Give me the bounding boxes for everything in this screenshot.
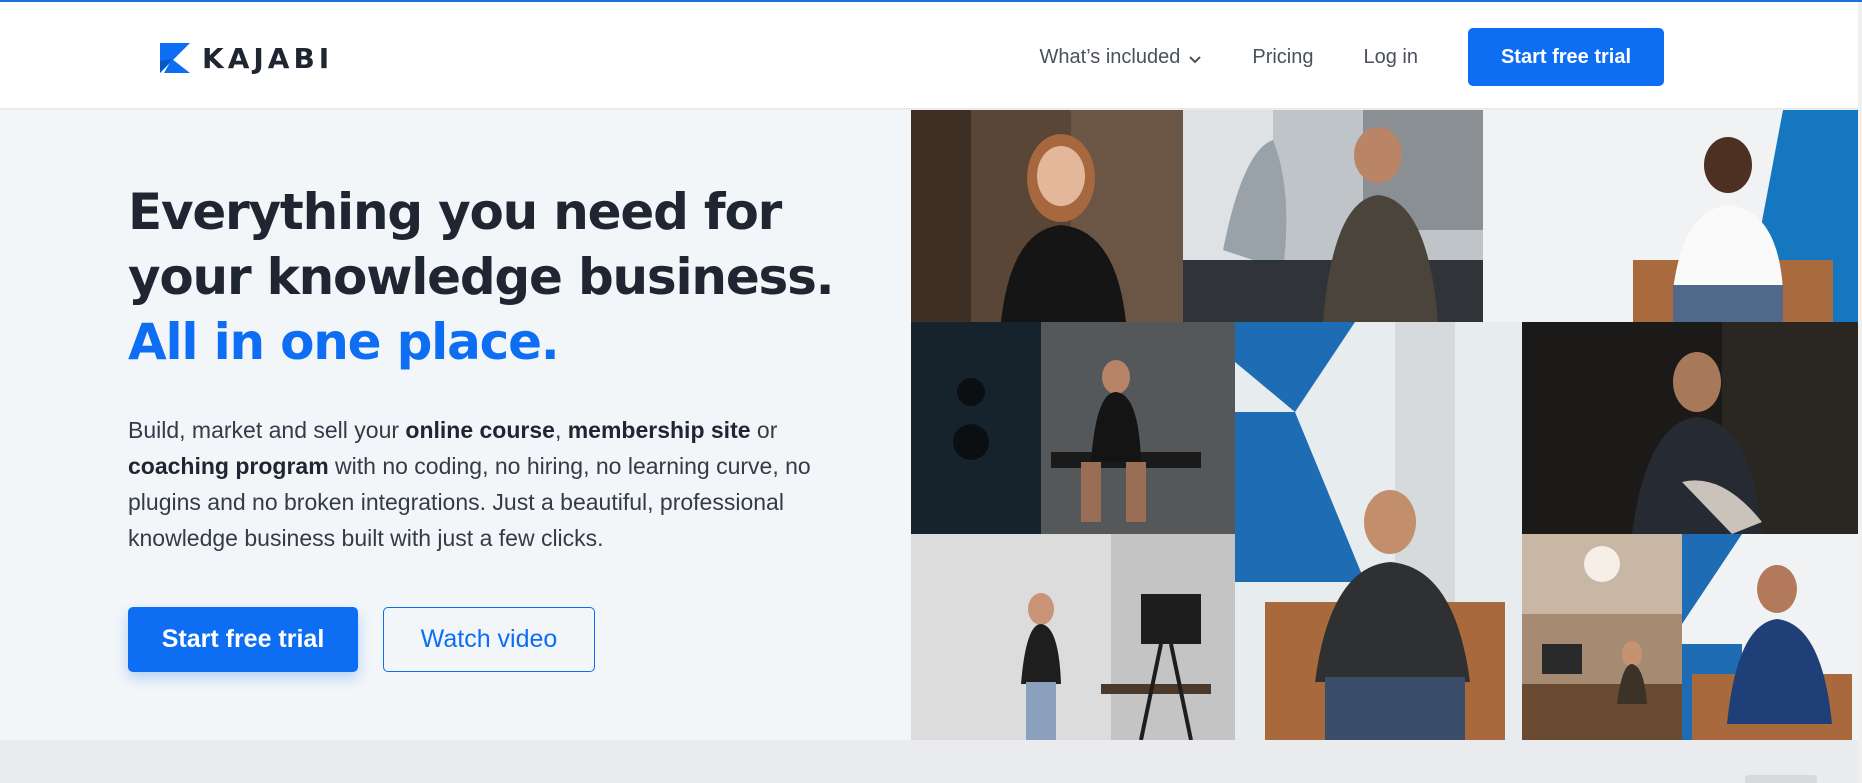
site-header: KAJABI What’s included Pricing Log in St… (0, 2, 1862, 109)
man-in-chair-speaking-photo (1483, 110, 1858, 322)
woman-filming-studio-photo (911, 534, 1235, 740)
watch-video-button[interactable]: Watch video (383, 607, 595, 672)
desc-online-course: online course (405, 417, 555, 443)
next-section-edge (0, 740, 1862, 783)
hero-description: Build, market and sell your online cours… (128, 412, 848, 556)
nav-whats-included[interactable]: What’s included (1040, 46, 1203, 69)
chevron-down-icon (1188, 50, 1202, 64)
page-scrollbar[interactable] (1858, 2, 1862, 783)
chat-widget-tab[interactable] (1745, 775, 1817, 783)
woman-smiling-photo (911, 110, 1183, 322)
hero-cta-row: Start free trial Watch video (128, 607, 595, 672)
header-start-free-trial-button[interactable]: Start free trial (1468, 28, 1664, 86)
desc-coaching-program: coaching program (128, 453, 329, 479)
headline-line-2: your knowledge business. (128, 248, 835, 306)
headline-line-1: Everything you need for (128, 183, 782, 241)
kajabi-logo-icon (160, 43, 190, 73)
woman-gym-bench-photo (911, 322, 1235, 534)
nav-log-in[interactable]: Log in (1364, 46, 1419, 69)
man-glasses-in-chair-photo (1235, 322, 1522, 740)
kajabi-logo[interactable]: KAJABI (160, 41, 334, 75)
woman-desk-office-photo (1522, 534, 1682, 740)
hero-headline: Everything you need for your knowledge b… (128, 180, 888, 375)
man-blue-shirt-seated-photo (1682, 534, 1858, 740)
headline-accent: All in one place. (128, 313, 560, 371)
desc-text-3: or (750, 417, 778, 443)
desc-text-2: , (554, 417, 568, 443)
nav-pricing[interactable]: Pricing (1252, 46, 1313, 69)
desc-membership-site: membership site (567, 417, 751, 443)
man-on-motorcycle-photo (1183, 110, 1483, 322)
logo-wordmark: KAJABI (202, 41, 334, 75)
desc-text-1: Build, market and sell your (128, 417, 406, 443)
photo-collage (911, 110, 1858, 740)
hero-start-free-trial-button[interactable]: Start free trial (128, 607, 358, 672)
man-seated-dark-photo (1522, 322, 1858, 534)
hero-section: Everything you need for your knowledge b… (0, 110, 911, 740)
main-nav: What’s included Pricing Log in Start fre… (1040, 28, 1664, 86)
nav-label: What’s included (1039, 45, 1181, 68)
